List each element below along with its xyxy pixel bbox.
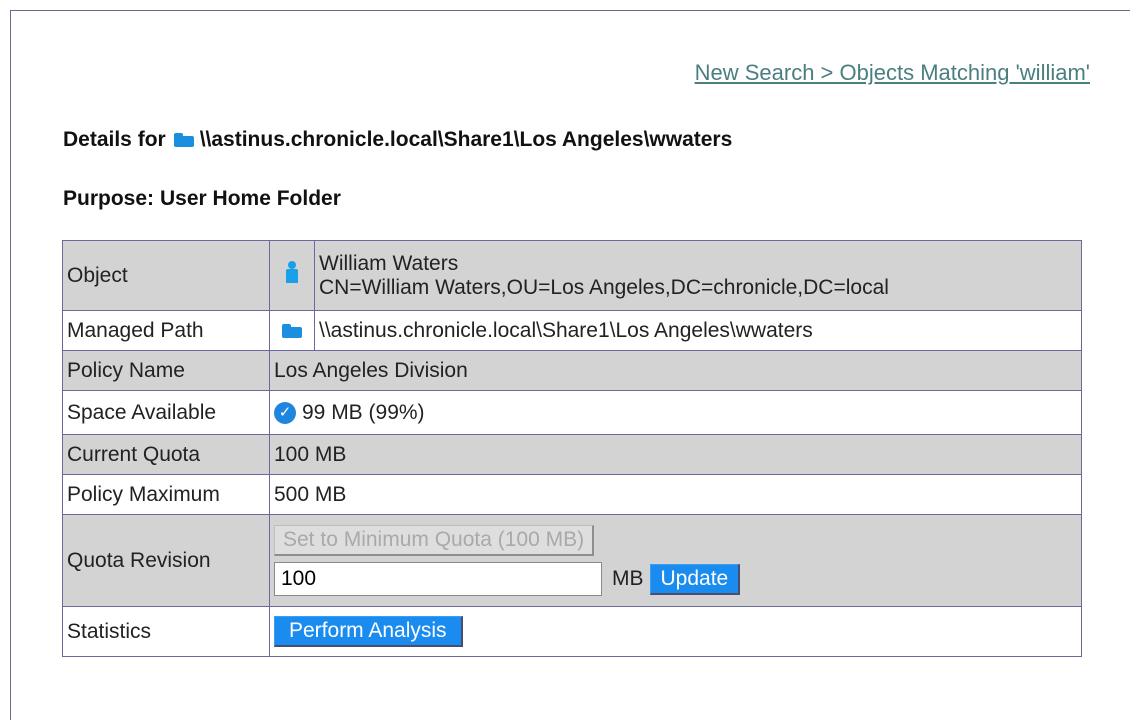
objects-matching-link[interactable]: Objects Matching 'william'	[840, 60, 1090, 85]
details-heading: Details for \\astinus.chronicle.local\Sh…	[63, 128, 732, 152]
purpose-heading: Purpose: User Home Folder	[63, 187, 341, 211]
space-available-value: 99 MB (99%)	[302, 400, 425, 424]
perform-analysis-button[interactable]: Perform Analysis	[274, 616, 463, 647]
row-quota-revision: Quota Revision Set to Minimum Quota (100…	[62, 514, 1082, 607]
managed-path-value: \\astinus.chronicle.local\Share1\Los Ang…	[314, 310, 1082, 351]
breadcrumb: New Search > Objects Matching 'william'	[695, 60, 1090, 86]
check-circle-icon: ✓	[274, 401, 296, 424]
object-value: William Waters CN=William Waters,OU=Los …	[314, 240, 1082, 311]
set-minimum-quota-button[interactable]: Set to Minimum Quota (100 MB)	[274, 525, 595, 556]
row-policy-maximum: Policy Maximum 500 MB	[62, 474, 1082, 515]
row-current-quota: Current Quota 100 MB	[62, 434, 1082, 475]
object-name: William Waters	[319, 251, 459, 275]
statistics-cell: Perform Analysis	[269, 606, 1082, 657]
managed-path-label: Managed Path	[62, 310, 270, 351]
quota-unit: MB	[612, 567, 644, 590]
purpose-value: User Home Folder	[160, 187, 341, 210]
folder-icon	[282, 323, 302, 338]
quota-revision-label: Quota Revision	[62, 514, 270, 607]
space-available-cell: ✓ 99 MB (99%)	[269, 390, 1082, 435]
user-icon	[286, 261, 298, 283]
breadcrumb-separator: >	[814, 60, 840, 85]
row-policy-name: Policy Name Los Angeles Division	[62, 350, 1082, 391]
policy-maximum-value: 500 MB	[269, 474, 1082, 515]
managed-path-icon-cell	[269, 310, 315, 351]
quota-revision-cell: Set to Minimum Quota (100 MB) MBUpdate	[269, 514, 1082, 607]
details-prefix: Details for	[63, 128, 166, 151]
statistics-label: Statistics	[62, 606, 270, 657]
object-label: Object	[62, 240, 270, 311]
details-path: \\astinus.chronicle.local\Share1\Los Ang…	[199, 128, 733, 151]
row-object: Object William Waters CN=William Waters,…	[62, 240, 1082, 311]
row-space-available: Space Available ✓ 99 MB (99%)	[62, 390, 1082, 435]
row-managed-path: Managed Path \\astinus.chronicle.local\S…	[62, 310, 1082, 351]
current-quota-value: 100 MB	[269, 434, 1082, 475]
details-table: Object William Waters CN=William Waters,…	[62, 240, 1082, 657]
update-button[interactable]: Update	[649, 563, 741, 595]
quota-input[interactable]	[274, 562, 602, 596]
current-quota-label: Current Quota	[62, 434, 270, 475]
row-statistics: Statistics Perform Analysis	[62, 606, 1082, 657]
policy-maximum-label: Policy Maximum	[62, 474, 270, 515]
policy-name-value: Los Angeles Division	[269, 350, 1082, 391]
space-available-label: Space Available	[62, 390, 270, 435]
object-dn: CN=William Waters,OU=Los Angeles,DC=chro…	[319, 275, 889, 299]
object-icon-cell	[269, 240, 315, 311]
policy-name-label: Policy Name	[62, 350, 270, 391]
folder-icon	[173, 133, 194, 147]
new-search-link[interactable]: New Search	[695, 60, 815, 85]
purpose-label: Purpose:	[63, 187, 155, 210]
